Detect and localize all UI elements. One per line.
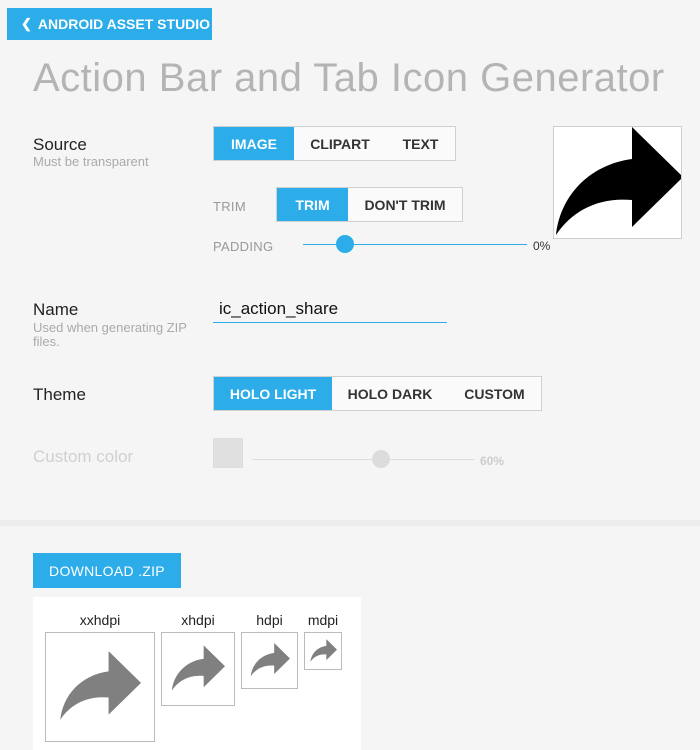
trim-option-dont-trim[interactable]: DON'T TRIM bbox=[348, 188, 462, 221]
trim-label: TRIM bbox=[213, 199, 246, 214]
share-arrow-icon bbox=[556, 127, 681, 235]
share-arrow-icon bbox=[60, 651, 141, 720]
back-to-asset-studio-button[interactable]: ❮ ANDROID ASSET STUDIO bbox=[7, 8, 212, 40]
output-xxhdpi: xxhdpi bbox=[45, 612, 155, 742]
custom-color-value: 60% bbox=[480, 454, 505, 468]
custom-color-slider-thumb bbox=[372, 450, 390, 468]
custom-color-swatch bbox=[213, 438, 243, 468]
theme-label: Theme bbox=[33, 385, 86, 404]
source-hint: Must be transparent bbox=[33, 154, 149, 169]
density-label: xhdpi bbox=[181, 612, 215, 628]
share-arrow-icon bbox=[171, 645, 225, 691]
padding-slider-thumb[interactable] bbox=[336, 235, 354, 253]
theme-option-holo-light[interactable]: HOLO LIGHT bbox=[214, 377, 332, 410]
download-zip-button[interactable]: DOWNLOAD .ZIP bbox=[33, 553, 181, 588]
source-label: Source bbox=[33, 135, 87, 154]
custom-color-slider-track bbox=[252, 459, 474, 460]
density-label: hdpi bbox=[256, 612, 283, 628]
theme-option-holo-dark[interactable]: HOLO DARK bbox=[332, 377, 448, 410]
trim-option-trim[interactable]: TRIM bbox=[277, 188, 348, 221]
density-label: xxhdpi bbox=[79, 612, 121, 628]
theme-option-custom[interactable]: CUSTOM bbox=[448, 377, 541, 410]
chevron-left-icon: ❮ bbox=[21, 16, 32, 31]
trim-selector: TRIM DON'T TRIM bbox=[276, 187, 463, 222]
source-option-image[interactable]: IMAGE bbox=[214, 127, 294, 160]
output-icon-box bbox=[45, 632, 155, 742]
output-hdpi: hdpi bbox=[241, 612, 298, 689]
output-mdpi: mdpi bbox=[304, 612, 342, 670]
density-label: mdpi bbox=[307, 612, 339, 628]
section-divider bbox=[0, 520, 700, 526]
name-input[interactable] bbox=[213, 295, 447, 323]
name-label: Name bbox=[33, 300, 79, 319]
output-preview-panel: xxhdpi xhdpi hdpi mdpi bbox=[33, 597, 361, 750]
share-arrow-icon bbox=[250, 643, 290, 677]
back-button-label: ANDROID ASSET STUDIO bbox=[37, 16, 211, 32]
source-type-selector: IMAGE CLIPART TEXT bbox=[213, 126, 456, 161]
padding-label: PADDING bbox=[213, 239, 274, 254]
name-hint: Used when generating ZIP files. bbox=[33, 320, 187, 349]
padding-value: 0% bbox=[533, 239, 551, 253]
theme-selector: HOLO LIGHT HOLO DARK CUSTOM bbox=[213, 376, 542, 411]
share-arrow-icon bbox=[309, 639, 337, 662]
page-title: Action Bar and Tab Icon Generator bbox=[33, 56, 665, 100]
output-xhdpi: xhdpi bbox=[161, 612, 235, 706]
output-icon-box bbox=[161, 632, 235, 706]
custom-color-label: Custom color bbox=[33, 447, 134, 466]
output-icon-box bbox=[304, 632, 342, 670]
source-option-text[interactable]: TEXT bbox=[386, 127, 455, 160]
source-option-clipart[interactable]: CLIPART bbox=[294, 127, 386, 160]
source-preview bbox=[553, 126, 682, 239]
output-icon-box bbox=[241, 632, 298, 689]
